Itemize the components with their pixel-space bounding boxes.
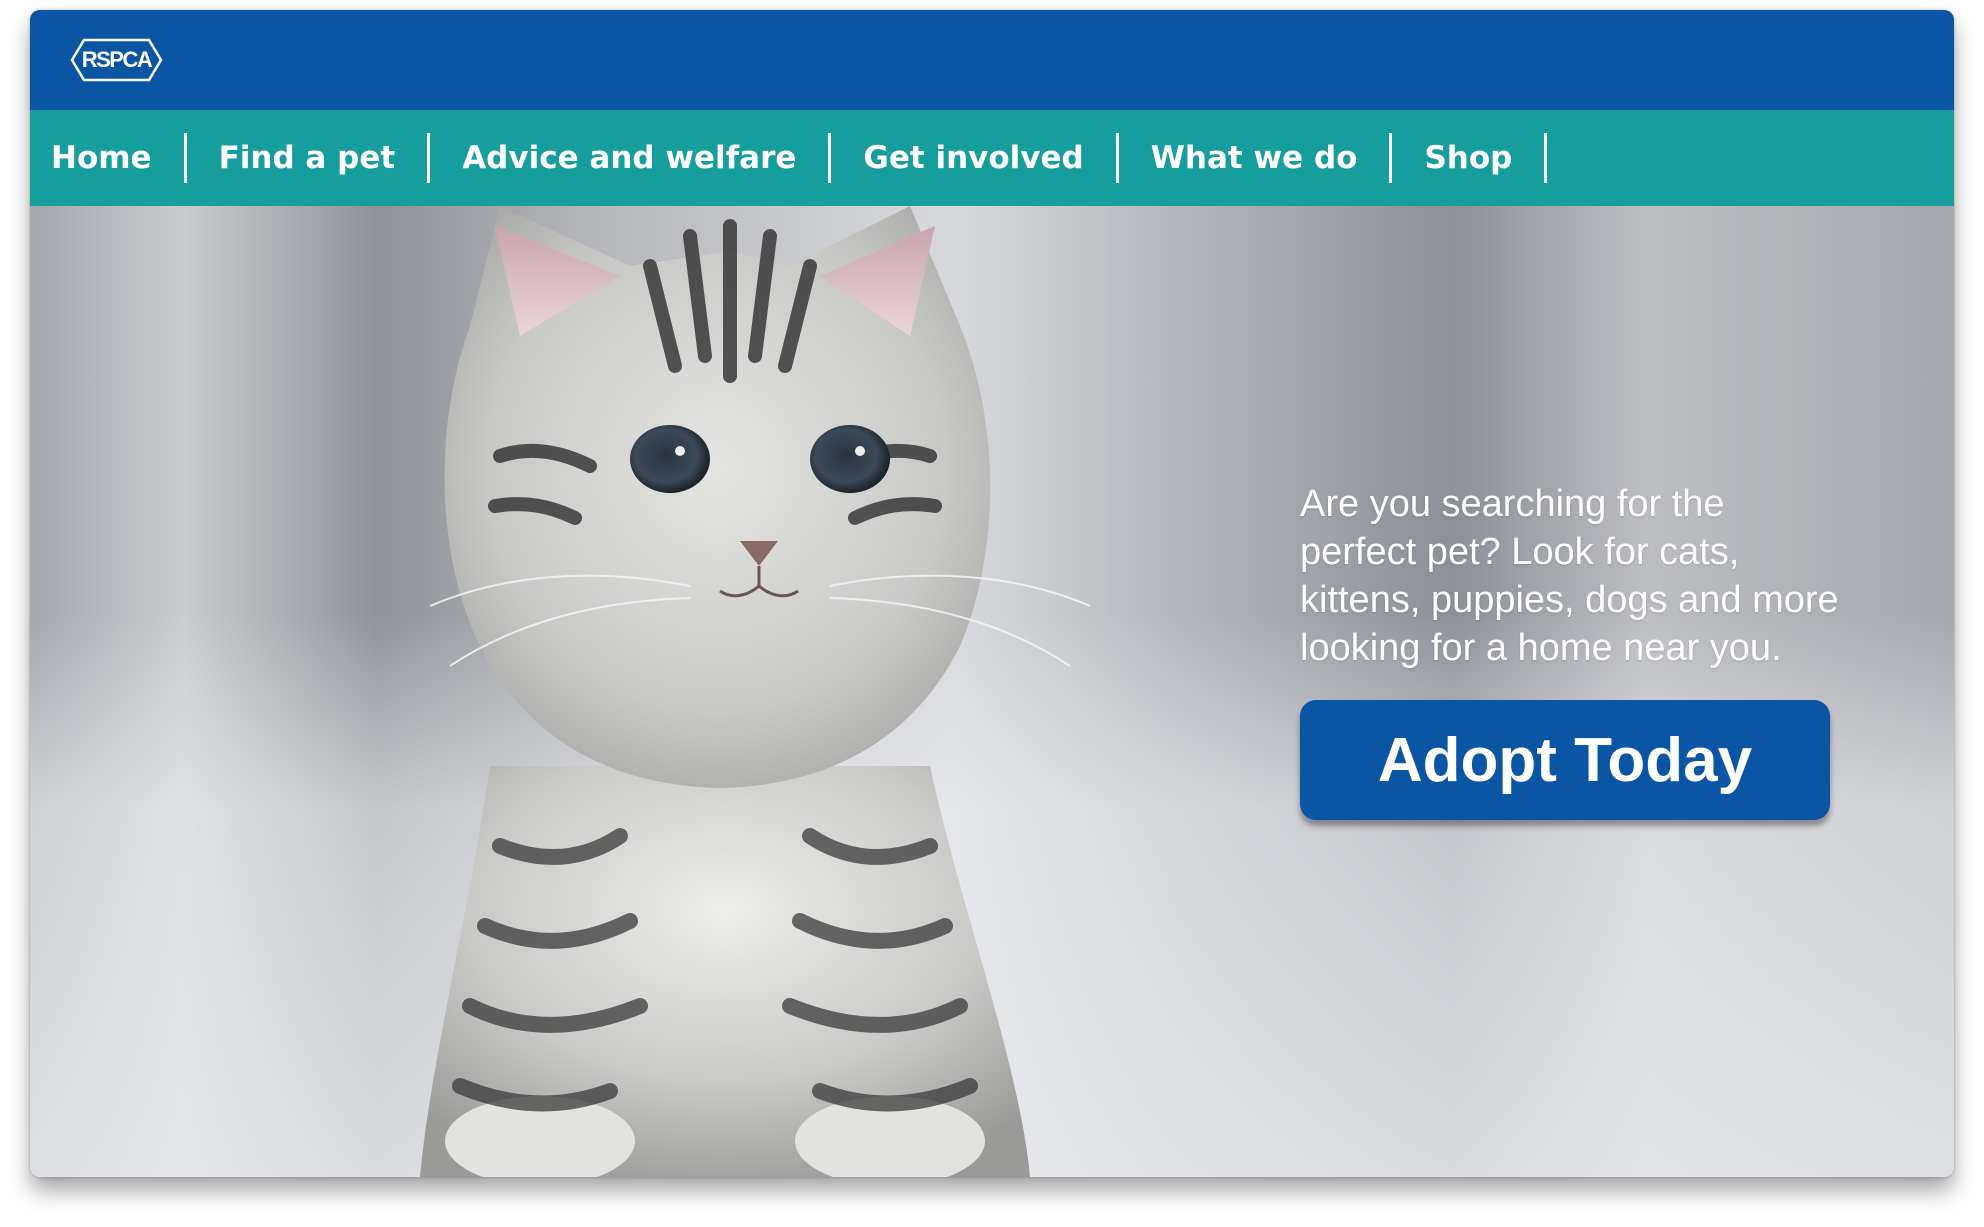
nav-item-advice-and-welfare[interactable]: Advice and welfare [430,133,832,183]
rspca-logo[interactable]: RSPCA [70,38,163,82]
logo-text: RSPCA [81,47,153,72]
kitten-photo [420,206,1091,1177]
nav-item-find-a-pet[interactable]: Find a pet [187,133,431,183]
adopt-today-button[interactable]: Adopt Today [1300,700,1830,820]
nav-item-get-involved[interactable]: Get involved [831,133,1119,183]
site-header: RSPCA [30,10,1954,110]
nav-item-shop[interactable]: Shop [1392,133,1548,183]
main-navigation: Home Find a pet Advice and welfare Get i… [30,110,1954,206]
hero-banner: Are you searching for the perfect pet? L… [30,206,1954,1177]
nav-item-what-we-do[interactable]: What we do [1119,133,1393,183]
nav-item-home[interactable]: Home [30,133,187,183]
browser-window: RSPCA Home Find a pet Advice and welfare… [30,10,1954,1177]
hero-tagline: Are you searching for the perfect pet? L… [1300,483,1839,669]
